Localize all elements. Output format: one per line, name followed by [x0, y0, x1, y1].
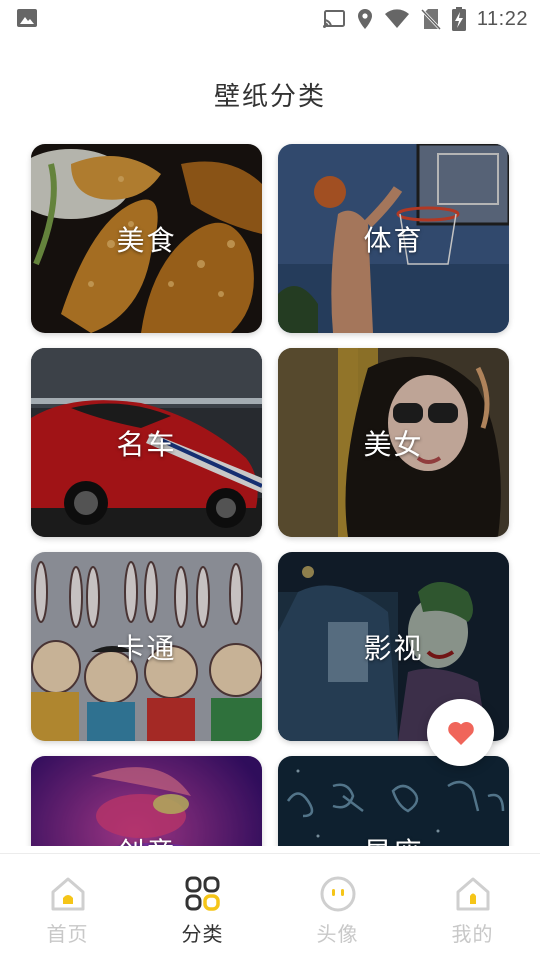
status-time: 11:22 — [476, 7, 528, 30]
avatar-face-icon — [320, 876, 355, 912]
nav-label: 首页 — [46, 922, 89, 946]
category-card-beauty[interactable]: 美女 — [278, 348, 509, 537]
nav-item-home[interactable]: 首页 — [0, 854, 135, 960]
image-notification-icon — [17, 9, 37, 27]
status-bar: 11:22 — [0, 0, 540, 38]
bottom-navigation: 首页 分类 头像 我的 — [0, 853, 540, 960]
battery-charging-icon — [451, 7, 466, 31]
category-label: 体育 — [363, 223, 424, 257]
nav-item-category[interactable]: 分类 — [135, 854, 270, 960]
nav-label: 分类 — [181, 922, 224, 946]
category-card-sports[interactable]: 体育 — [278, 144, 509, 333]
nav-label: 头像 — [316, 922, 359, 946]
profile-home-icon — [456, 877, 489, 911]
home-icon — [51, 877, 84, 911]
favorite-fab-button[interactable] — [427, 699, 494, 766]
category-label: 创意 — [31, 756, 262, 847]
category-card-creative[interactable]: 创意 — [31, 756, 262, 846]
no-sim-icon — [420, 8, 441, 30]
category-label: 星座 — [278, 756, 509, 847]
wifi-icon — [384, 9, 409, 28]
nav-item-avatar[interactable]: 头像 — [270, 854, 405, 960]
heart-icon — [447, 721, 474, 745]
cast-icon — [322, 10, 345, 28]
page-title: 壁纸分类 — [213, 82, 326, 112]
category-label: 美女 — [363, 427, 424, 461]
category-card-food[interactable]: 美食 — [31, 144, 262, 333]
category-label: 卡通 — [116, 631, 177, 665]
location-icon — [357, 9, 372, 29]
category-card-cartoon[interactable]: 卡通 — [31, 552, 262, 741]
nav-item-mine[interactable]: 我的 — [405, 854, 540, 960]
category-label: 美食 — [116, 223, 177, 257]
category-card-zodiac[interactable]: 星座 — [278, 756, 509, 846]
category-grid-icon — [185, 876, 220, 911]
category-label: 名车 — [116, 427, 177, 461]
category-card-cars[interactable]: 名车 — [31, 348, 262, 537]
nav-label: 我的 — [451, 922, 494, 946]
